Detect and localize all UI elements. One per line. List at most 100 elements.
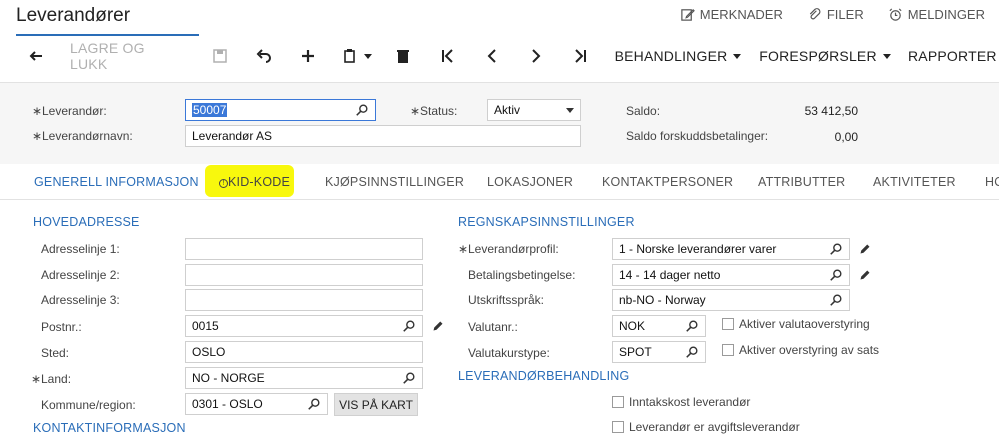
tab-purchase-settings[interactable]: KJØPSINNSTILLINGER	[325, 175, 464, 189]
search-icon[interactable]	[307, 397, 321, 411]
page-header: Leverandører MERKNADER FILER MELDINGER	[0, 0, 999, 36]
search-icon[interactable]	[685, 319, 699, 333]
notes-link[interactable]: MERKNADER	[680, 7, 783, 22]
search-icon[interactable]	[402, 371, 416, 385]
chevron-down-icon	[364, 53, 372, 59]
prepayment-label: Saldo forskuddsbetalinger:	[626, 129, 769, 143]
undo-button[interactable]	[254, 38, 274, 74]
currency-override-checkbox[interactable]	[722, 318, 734, 330]
actions-menu[interactable]: BEHANDLINGER	[614, 38, 742, 74]
postal-code-field[interactable]: 0015	[185, 315, 423, 337]
accounting-settings-heading: REGNSKAPSINNSTILLINGER	[458, 215, 635, 229]
vendor-name-label: Leverandørnavn:	[32, 129, 133, 143]
toolbar: LAGRE OG LUKK BEHANDLINGER FORESPØRSLER …	[0, 38, 999, 74]
chevron-down-icon	[882, 53, 891, 59]
address-line2-field[interactable]	[185, 264, 423, 286]
vendor-profile-field[interactable]: 1 - Norske leverandører varer	[612, 238, 850, 260]
search-icon[interactable]	[355, 103, 369, 117]
paperclip-icon	[809, 8, 821, 20]
address-line2-label: Adresselinje 2:	[41, 268, 120, 282]
tax-agency-checkbox[interactable]	[612, 421, 624, 433]
show-on-map-button[interactable]: VIS PÅ KART	[334, 393, 418, 416]
balance-value: 53 412,50	[804, 104, 858, 118]
page-title: Leverandører	[16, 5, 131, 26]
previous-record-button[interactable]	[482, 38, 502, 74]
search-icon[interactable]	[685, 345, 699, 359]
save-icon	[213, 49, 227, 63]
first-icon	[442, 49, 453, 63]
clipboard-icon	[344, 49, 355, 63]
prepayment-value: 0,00	[834, 130, 858, 144]
search-icon[interactable]	[829, 293, 843, 307]
header-links: MERKNADER FILER MELDINGER	[680, 7, 985, 22]
rate-type-label: Valutakurstype:	[468, 346, 550, 360]
vendor-handling-heading: LEVERANDØRBEHANDLING	[458, 369, 630, 383]
chevron-left-icon	[487, 49, 496, 63]
tab-more[interactable]: HO	[985, 175, 999, 189]
print-language-label: Utskriftsspråk:	[468, 293, 545, 307]
search-icon[interactable]	[829, 242, 843, 256]
status-select[interactable]: Aktiv	[487, 99, 581, 121]
chevron-down-icon	[733, 53, 742, 59]
tab-general-info[interactable]: GENERELL INFORMASJON	[34, 175, 199, 189]
vendor-id-field[interactable]: 50007	[185, 99, 376, 121]
currency-override-label: Aktiver valutaoverstyring	[739, 317, 870, 331]
add-button[interactable]	[298, 38, 318, 74]
delete-button[interactable]	[393, 38, 413, 74]
back-button[interactable]	[24, 38, 48, 74]
rate-override-label: Aktiver overstyring av sats	[739, 343, 880, 357]
rate-override-checkbox[interactable]	[722, 344, 734, 356]
status-label: Status:	[410, 104, 457, 118]
vendor-label: Leverandør:	[32, 104, 107, 118]
next-record-button[interactable]	[526, 38, 546, 74]
tab-activities[interactable]: AKTIVITETER	[873, 175, 956, 189]
currency-field[interactable]: NOK	[612, 315, 706, 337]
address-line3-field[interactable]	[185, 289, 423, 311]
pencil-icon[interactable]	[859, 243, 871, 255]
landed-cost-checkbox[interactable]	[612, 396, 624, 408]
address-line1-field[interactable]	[185, 238, 423, 260]
currency-label: Valutanr.:	[468, 320, 518, 334]
tab-attributes[interactable]: ATTRIBUTTER	[758, 175, 845, 189]
tab-locations[interactable]: LOKASJONER	[487, 175, 573, 189]
postal-code-label: Postnr.:	[41, 320, 82, 334]
inquiries-menu[interactable]: FORESPØRSLER	[759, 38, 891, 74]
tab-kid-code[interactable]: ! KID-KODE	[219, 175, 290, 189]
files-link[interactable]: FILER	[807, 7, 864, 22]
city-field[interactable]: OSLO	[185, 341, 423, 363]
tax-agency-label: Leverandør er avgiftsleverandør	[629, 420, 800, 434]
search-icon[interactable]	[829, 268, 843, 282]
chevron-down-icon	[566, 107, 574, 113]
messages-link[interactable]: MELDINGER	[888, 7, 985, 22]
contact-info-heading: KONTAKTINFORMASJON	[33, 421, 186, 435]
last-record-button[interactable]	[570, 38, 590, 74]
main-address-heading: HOVEDADRESSE	[33, 215, 140, 229]
first-record-button[interactable]	[438, 38, 458, 74]
municipality-label: Kommune/region:	[41, 398, 136, 412]
print-language-field[interactable]: nb-NO - Norway	[612, 289, 850, 311]
country-field[interactable]: NO - NORGE	[185, 367, 423, 389]
payment-terms-field[interactable]: 14 - 14 dager netto	[612, 264, 850, 286]
edit-note-icon	[681, 9, 695, 21]
city-label: Sted:	[41, 346, 70, 360]
copy-paste-button[interactable]	[340, 38, 374, 74]
address-line3-label: Adresselinje 3:	[41, 293, 120, 307]
payment-terms-label: Betalingsbetingelse:	[468, 268, 576, 282]
address-line1-label: Adresselinje 1:	[41, 242, 120, 256]
search-icon[interactable]	[402, 319, 416, 333]
country-label: Land:	[31, 372, 71, 386]
pencil-icon[interactable]	[859, 269, 871, 281]
chevron-right-icon	[532, 49, 541, 63]
landed-cost-label: Inntakskost leverandør	[629, 395, 751, 409]
reports-menu[interactable]: RAPPORTER	[908, 38, 999, 74]
pencil-icon[interactable]	[432, 320, 444, 332]
vendor-profile-label: Leverandørprofil:	[458, 242, 559, 256]
vendor-name-field[interactable]: Leverandør AS	[185, 125, 581, 147]
save-close-button[interactable]: LAGRE OG LUKK	[70, 38, 186, 74]
save-button[interactable]	[210, 38, 230, 74]
arrow-left-icon	[29, 51, 42, 61]
alarm-clock-icon	[889, 8, 902, 21]
tab-contacts[interactable]: KONTAKTPERSONER	[602, 175, 733, 189]
municipality-field[interactable]: 0301 - OSLO	[185, 393, 328, 415]
rate-type-field[interactable]: SPOT	[612, 341, 706, 363]
